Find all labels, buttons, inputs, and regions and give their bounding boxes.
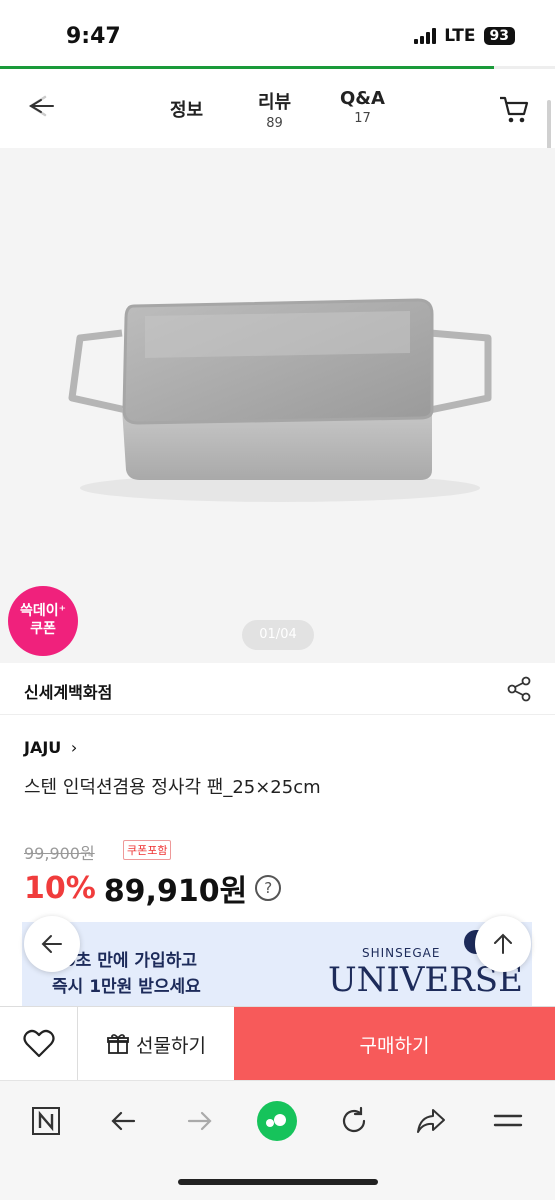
brand-link[interactable]: JAJU › [24, 738, 77, 757]
tab-reviews-count: 89 [266, 116, 283, 131]
share-page-button[interactable] [409, 1099, 453, 1143]
page-load-progress-fill [0, 66, 494, 69]
battery-icon: 93 [483, 27, 515, 45]
buy-button[interactable]: 구매하기 [234, 1007, 555, 1081]
brand-name: JAJU [24, 738, 62, 757]
naver-home-button[interactable] [24, 1099, 68, 1143]
back-arrow-icon [28, 95, 54, 117]
chevron-right-icon: › [70, 738, 78, 757]
tab-info[interactable]: 정보 [170, 88, 203, 122]
tab-reviews-label: 리뷰 [258, 92, 292, 113]
image-counter: 01/04 [242, 620, 314, 650]
network-label: LTE [444, 26, 476, 46]
coupon-badge[interactable]: 쓱데이⁺ 쿠폰 [8, 586, 78, 656]
promo-banner[interactable]: 10초 만에 가입하고 즉시 1만원 받으세요 SHINSEGAE UNIVER… [22, 922, 532, 1006]
tab-qna[interactable]: Q&A 17 [340, 88, 385, 126]
refresh-button[interactable] [332, 1099, 376, 1143]
browser-back-button[interactable] [101, 1099, 145, 1143]
coupon-badge-line1: 쓱데이⁺ [19, 603, 67, 619]
naver-n-icon [32, 1107, 60, 1135]
product-title: 스텐 인덕션겸용 정사각 팬_25×25cm [24, 777, 321, 798]
status-time: 9:47 [66, 24, 121, 49]
browser-toolbar [0, 1080, 555, 1200]
product-photo [68, 298, 492, 502]
banner-line2: 즉시 1만원 받으세요 [52, 977, 201, 997]
discount-rate: 10% [24, 870, 96, 906]
gift-icon [107, 1034, 129, 1054]
buy-button-label: 구매하기 [359, 1034, 430, 1057]
store-row: 신세계백화점 [0, 663, 555, 715]
share-button[interactable] [505, 675, 533, 703]
signal-icon [414, 28, 437, 44]
status-bar: 9:47 LTE 93 [0, 0, 555, 68]
coupon-badge-line2: 쿠폰 [30, 621, 56, 637]
back-button[interactable] [20, 86, 60, 126]
price-help-icon[interactable]: ? [255, 875, 282, 901]
price-row: 10% 89,910원 ? [24, 866, 282, 910]
home-indicator [178, 1179, 378, 1185]
arrow-up-icon [494, 933, 512, 954]
green-dot-button[interactable] [255, 1099, 299, 1143]
cart-icon [500, 96, 529, 123]
wishlist-button[interactable] [0, 1007, 78, 1081]
cart-button[interactable] [497, 92, 533, 128]
page-load-progress [0, 66, 555, 69]
arrow-right-icon [187, 1111, 212, 1131]
share-arrow-icon [417, 1109, 445, 1133]
store-name[interactable]: 신세계백화점 [24, 679, 112, 703]
floating-back-button[interactable] [24, 916, 80, 972]
banner-brand-small: SHINSEGAE [362, 946, 441, 960]
green-dot-icon [257, 1101, 297, 1141]
browser-forward-button[interactable] [178, 1099, 222, 1143]
purchase-action-bar: 선물하기 구매하기 [0, 1006, 555, 1081]
arrow-left-icon [111, 1111, 136, 1131]
tab-reviews[interactable]: 리뷰 89 [258, 88, 291, 131]
gift-button[interactable]: 선물하기 [78, 1007, 234, 1081]
coupon-included-tag: 쿠폰포함 [123, 840, 172, 860]
scroll-top-button[interactable] [475, 916, 531, 972]
refresh-icon [342, 1106, 366, 1133]
share-icon [507, 676, 531, 702]
tab-info-label: 정보 [170, 100, 204, 121]
sale-price: 89,910원 [103, 874, 248, 909]
hamburger-icon [493, 1114, 523, 1127]
arrow-left-icon [41, 935, 62, 953]
heart-icon [22, 1029, 55, 1058]
status-indicators: LTE 93 [414, 26, 515, 46]
tab-qna-label: Q&A [340, 88, 385, 109]
product-header: 정보 리뷰 89 Q&A 17 [0, 70, 555, 148]
product-image-carousel[interactable]: 01/04 쓱데이⁺ 쿠폰 [0, 148, 555, 663]
menu-button[interactable] [486, 1099, 530, 1143]
original-price: 99,900원 [24, 844, 95, 863]
gift-button-label: 선물하기 [136, 1034, 206, 1057]
tab-qna-count: 17 [354, 111, 371, 126]
